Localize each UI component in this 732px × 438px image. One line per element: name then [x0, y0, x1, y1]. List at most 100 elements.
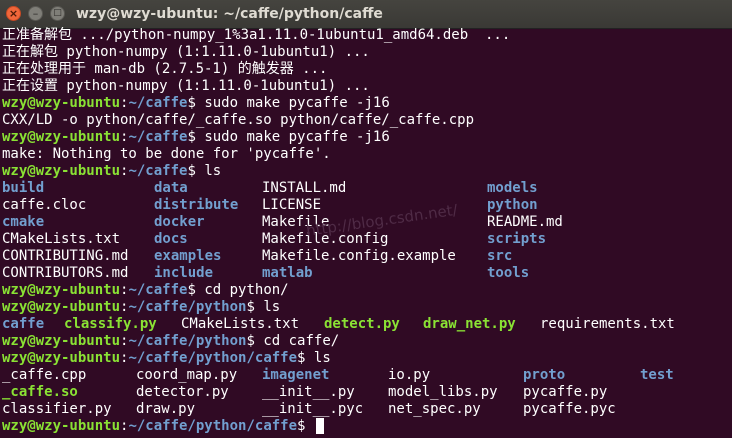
- close-button[interactable]: ×: [6, 6, 21, 21]
- ls-entry: CONTRIBUTING.md: [2, 248, 129, 264]
- ls-entry: distribute: [154, 197, 239, 213]
- ls-entry: pycaffe.pyc: [523, 401, 616, 417]
- prompt-path: ~/caffe: [128, 282, 188, 298]
- prompt-command: ls: [263, 299, 281, 315]
- ls-row: build data INSTALL.md models: [2, 180, 730, 197]
- prompt-line: wzy@wzy-ubuntu:~/caffe/python$ cd caffe/: [2, 333, 730, 350]
- text-cursor: [315, 418, 324, 434]
- ls-entry: tools: [487, 265, 530, 281]
- ls-entry: python: [487, 197, 538, 213]
- terminal-window: × – □ wzy@wzy-ubuntu: ~/caffe/python/caf…: [0, 0, 732, 438]
- ls-entry: _caffe.so: [2, 384, 78, 400]
- prompt-symbol: $: [187, 95, 205, 111]
- maximize-button[interactable]: □: [50, 6, 65, 21]
- prompt-path: ~/caffe/python: [128, 333, 247, 349]
- ls-entry: _caffe.cpp: [2, 367, 87, 383]
- prompt-command: ls: [313, 350, 331, 366]
- prompt-line: wzy@wzy-ubuntu:~/caffe$ cd python/: [2, 282, 730, 299]
- prompt-command: sudo make pycaffe -j16: [204, 129, 390, 145]
- prompt-command: cd python/: [204, 282, 289, 298]
- prompt-command: cd caffe/: [263, 333, 340, 349]
- prompt-command: sudo make pycaffe -j16: [204, 95, 390, 111]
- window-title: wzy@wzy-ubuntu: ~/caffe/python/caffe: [76, 6, 383, 22]
- active-prompt-line[interactable]: wzy@wzy-ubuntu:~/caffe/python/caffe$: [2, 418, 730, 435]
- prompt-user: wzy@wzy-ubuntu: [2, 95, 121, 111]
- prompt-line: wzy@wzy-ubuntu:~/caffe/python/caffe$ ls: [2, 350, 730, 367]
- prompt-symbol: $: [187, 163, 205, 179]
- prompt-user: wzy@wzy-ubuntu: [2, 129, 121, 145]
- ls-entry: caffe: [2, 316, 45, 332]
- ls-entry: matlab: [262, 265, 313, 281]
- ls-entry: proto: [523, 367, 566, 383]
- prompt-symbol: $: [187, 282, 205, 298]
- ls-entry: cmake: [2, 214, 45, 230]
- ls-entry: examples: [154, 248, 222, 264]
- prompt-path: ~/caffe/python/caffe: [128, 418, 298, 434]
- ls-entry: test: [640, 367, 674, 383]
- ls-entry: scripts: [487, 231, 547, 247]
- ls-entry: __init__.py: [262, 384, 355, 400]
- prompt-line: wzy@wzy-ubuntu:~/caffe$ sudo make pycaff…: [2, 95, 730, 112]
- prompt-line: wzy@wzy-ubuntu:~/caffe/python$ ls: [2, 299, 730, 316]
- output-line: 正在解包 python-numpy (1:1.11.0-1ubuntu1) ..…: [2, 44, 370, 60]
- ls-entry: model_libs.py: [388, 384, 498, 400]
- ls-entry: docs: [154, 231, 188, 247]
- ls-entry: __init__.pyc: [262, 401, 364, 417]
- prompt-line: wzy@wzy-ubuntu:~/caffe$ sudo make pycaff…: [2, 129, 730, 146]
- output-line: 正在处理用于 man-db (2.7.5-1) 的触发器 ...: [2, 61, 328, 77]
- prompt-path: ~/caffe/python/caffe: [128, 350, 298, 366]
- ls-entry: net_spec.py: [388, 401, 481, 417]
- terminal-output[interactable]: 正准备解包 .../python-numpy_1%3a1.11.0-1ubunt…: [2, 27, 730, 438]
- ls-entry: classify.py: [64, 316, 157, 332]
- ls-entry: models: [487, 180, 538, 196]
- ls-entry: coord_map.py: [136, 367, 238, 383]
- prompt-symbol: $: [297, 418, 314, 434]
- ls-entry: include: [154, 265, 214, 281]
- prompt-symbol: $: [187, 129, 205, 145]
- ls-entry: requirements.txt: [540, 316, 675, 332]
- ls-entry: pycaffe.py: [523, 384, 608, 400]
- ls-entry: CONTRIBUTORS.md: [2, 265, 129, 281]
- ls-entry: docker: [154, 214, 205, 230]
- prompt-line: wzy@wzy-ubuntu:~/caffe$ ls: [2, 163, 730, 180]
- minimize-button[interactable]: –: [28, 6, 43, 21]
- prompt-symbol: $: [297, 350, 314, 366]
- ls-entry: detector.py: [136, 384, 229, 400]
- title-bar[interactable]: × – □ wzy@wzy-ubuntu: ~/caffe/python/caf…: [0, 0, 732, 29]
- prompt-symbol: $: [246, 299, 264, 315]
- output-line: CXX/LD -o python/caffe/_caffe.so python/…: [2, 112, 475, 128]
- ls-entry: data: [154, 180, 188, 196]
- ls-row: CONTRIBUTING.md examples Makefile.config…: [2, 248, 730, 265]
- ls-row: CMakeLists.txt docs Makefile.config scri…: [2, 231, 730, 248]
- prompt-path: ~/caffe: [128, 129, 188, 145]
- ls-entry: src: [487, 248, 513, 264]
- ls-row: _caffe.cpp coord_map.py imagenet io.py p…: [2, 367, 730, 384]
- ls-entry: draw.py: [136, 401, 196, 417]
- prompt-path: ~/caffe/python: [128, 299, 247, 315]
- output-line: 正在设置 python-numpy (1:1.11.0-1ubuntu1) ..…: [2, 78, 370, 94]
- output-line: 正准备解包 .../python-numpy_1%3a1.11.0-1ubunt…: [2, 27, 511, 43]
- ls-entry: caffe.cloc: [2, 197, 87, 213]
- prompt-symbol: $: [246, 333, 264, 349]
- prompt-user: wzy@wzy-ubuntu: [2, 350, 121, 366]
- ls-entry: build: [2, 180, 45, 196]
- ls-entry: io.py: [388, 367, 431, 383]
- output-line: make: Nothing to be done for 'pycaffe'.: [2, 146, 331, 162]
- prompt-user: wzy@wzy-ubuntu: [2, 163, 121, 179]
- prompt-user: wzy@wzy-ubuntu: [2, 282, 121, 298]
- ls-row: CONTRIBUTORS.md include matlab tools: [2, 265, 730, 282]
- prompt-user: wzy@wzy-ubuntu: [2, 299, 121, 315]
- prompt-path: ~/caffe: [128, 95, 188, 111]
- ls-entry: CMakeLists.txt: [181, 316, 300, 332]
- ls-entry: README.md: [487, 214, 563, 230]
- ls-row: classifier.py draw.py __init__.pyc net_s…: [2, 401, 730, 418]
- ls-entry: LICENSE: [262, 197, 322, 213]
- ls-row: _caffe.so detector.py __init__.py model_…: [2, 384, 730, 401]
- ls-entry: draw_net.py: [423, 316, 516, 332]
- ls-entry: INSTALL.md: [262, 180, 347, 196]
- ls-entry: imagenet: [262, 367, 330, 383]
- ls-entry: detect.py: [324, 316, 400, 332]
- ls-entry: Makefile.config.example: [262, 248, 456, 264]
- ls-row: caffe.cloc distribute LICENSE python: [2, 197, 730, 214]
- ls-row: caffe classify.py CMakeLists.txt detect.…: [2, 316, 730, 333]
